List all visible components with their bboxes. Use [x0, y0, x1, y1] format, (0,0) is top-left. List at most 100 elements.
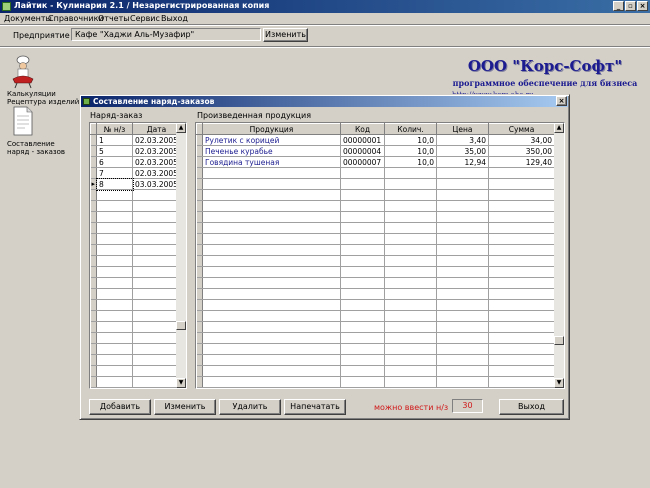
orders-scroll-thumb[interactable] — [176, 321, 186, 330]
product-code-cell[interactable] — [340, 343, 385, 355]
product-quantity-cell[interactable] — [384, 321, 437, 333]
product-quantity-cell[interactable] — [384, 200, 437, 212]
order-date-cell[interactable] — [132, 376, 181, 388]
product-code-cell[interactable]: 00000001 — [340, 134, 385, 146]
orders-row[interactable] — [90, 321, 181, 333]
order-number-cell[interactable] — [96, 244, 133, 256]
product-sum-cell[interactable] — [488, 299, 555, 311]
product-code-cell[interactable] — [340, 332, 385, 344]
order-date-cell[interactable] — [132, 189, 181, 201]
product-sum-cell[interactable] — [488, 211, 555, 223]
order-number-cell[interactable] — [96, 233, 133, 245]
order-number-cell[interactable] — [96, 189, 133, 201]
menu-service[interactable]: Сервис — [130, 14, 160, 23]
order-date-cell[interactable] — [132, 332, 181, 344]
orders-row[interactable] — [90, 211, 181, 223]
products-col-product[interactable]: Продукция — [202, 123, 341, 135]
orders-row[interactable]: 7 02.03.2005 — [90, 167, 181, 179]
product-price-cell[interactable] — [436, 167, 489, 179]
product-code-cell[interactable] — [340, 233, 385, 245]
product-quantity-cell[interactable]: 10,0 — [384, 134, 437, 146]
orders-row[interactable] — [90, 233, 181, 245]
product-quantity-cell[interactable] — [384, 222, 437, 234]
product-sum-cell[interactable] — [488, 343, 555, 355]
orders-scroll-down-icon[interactable]: ▼ — [176, 378, 186, 388]
product-quantity-cell[interactable]: 10,0 — [384, 156, 437, 168]
product-code-cell[interactable] — [340, 365, 385, 377]
product-code-cell[interactable] — [340, 189, 385, 201]
order-number-cell[interactable] — [96, 332, 133, 344]
order-number-cell[interactable]: 6 — [96, 156, 133, 168]
orders-col-number[interactable]: № н/з — [96, 123, 133, 135]
products-col-price[interactable]: Цена — [436, 123, 489, 135]
order-date-cell[interactable] — [132, 222, 181, 234]
product-price-cell[interactable] — [436, 211, 489, 223]
product-code-cell[interactable] — [340, 376, 385, 388]
product-quantity-cell[interactable] — [384, 255, 437, 267]
orders-row[interactable] — [90, 376, 181, 388]
orders-row[interactable]: 6 02.03.2005 — [90, 156, 181, 168]
product-name-cell[interactable] — [202, 189, 341, 201]
product-name-cell[interactable] — [202, 321, 341, 333]
product-name-cell[interactable] — [202, 354, 341, 366]
menu-exit[interactable]: Выход — [161, 14, 188, 23]
product-quantity-cell[interactable] — [384, 343, 437, 355]
orders-scroll-up-icon[interactable]: ▲ — [176, 123, 186, 133]
product-price-cell[interactable] — [436, 288, 489, 300]
product-code-cell[interactable] — [340, 255, 385, 267]
product-sum-cell[interactable] — [488, 310, 555, 322]
order-number-cell[interactable] — [96, 321, 133, 333]
product-name-cell[interactable] — [202, 167, 341, 179]
product-sum-cell[interactable] — [488, 332, 555, 344]
orders-grid[interactable]: № н/з Дата 1 02.03.2005 5 02.03.2005 6 02.03.… — [89, 122, 187, 389]
orders-row[interactable] — [90, 189, 181, 201]
orders-row[interactable]: 1 02.03.2005 — [90, 134, 181, 146]
order-number-cell[interactable] — [96, 277, 133, 289]
product-name-cell[interactable] — [202, 299, 341, 311]
product-name-cell[interactable] — [202, 332, 341, 344]
exit-button[interactable]: Выход — [499, 399, 564, 415]
product-quantity-cell[interactable] — [384, 288, 437, 300]
order-number-cell[interactable] — [96, 376, 133, 388]
product-code-cell[interactable] — [340, 244, 385, 256]
menu-reports[interactable]: Отчеты — [98, 14, 130, 23]
products-row[interactable] — [196, 277, 555, 289]
orders-row[interactable] — [90, 365, 181, 377]
product-code-cell[interactable] — [340, 266, 385, 278]
order-date-cell[interactable] — [132, 310, 181, 322]
product-price-cell[interactable] — [436, 343, 489, 355]
orders-row[interactable] — [90, 255, 181, 267]
products-row[interactable] — [196, 211, 555, 223]
products-row[interactable]: Рулетик с корицей 00000001 10,0 3,40 34,00 — [196, 134, 555, 146]
orders-row[interactable] — [90, 222, 181, 234]
products-scrollbar[interactable]: ▲ ▼ — [554, 123, 564, 388]
products-row[interactable]: Печенье курабье 00000004 10,0 35,00 350,00 — [196, 145, 555, 157]
product-sum-cell[interactable] — [488, 376, 555, 388]
product-name-cell[interactable] — [202, 255, 341, 267]
orders-row[interactable]: 5 02.03.2005 — [90, 145, 181, 157]
orders-scrollbar[interactable]: ▲ ▼ — [176, 123, 186, 388]
products-row[interactable] — [196, 167, 555, 179]
product-sum-cell[interactable] — [488, 178, 555, 190]
product-price-cell[interactable] — [436, 321, 489, 333]
product-code-cell[interactable] — [340, 321, 385, 333]
product-price-cell[interactable] — [436, 277, 489, 289]
delete-button[interactable]: Удалить — [219, 399, 281, 415]
order-date-cell[interactable]: 02.03.2005 — [132, 156, 181, 168]
products-col-code[interactable]: Код — [340, 123, 385, 135]
product-sum-cell[interactable]: 350,00 — [488, 145, 555, 157]
maximize-button[interactable]: ▫ — [625, 1, 636, 11]
product-price-cell[interactable]: 3,40 — [436, 134, 489, 146]
order-number-cell[interactable] — [96, 365, 133, 377]
orders-row[interactable] — [90, 310, 181, 322]
product-price-cell[interactable] — [436, 376, 489, 388]
order-date-cell[interactable] — [132, 266, 181, 278]
order-number-cell[interactable] — [96, 288, 133, 300]
document-icon[interactable] — [12, 106, 34, 136]
order-number-cell[interactable] — [96, 200, 133, 212]
product-code-cell[interactable]: 00000004 — [340, 145, 385, 157]
product-quantity-cell[interactable] — [384, 178, 437, 190]
products-row[interactable] — [196, 244, 555, 256]
orders-row[interactable] — [90, 200, 181, 212]
product-price-cell[interactable] — [436, 365, 489, 377]
